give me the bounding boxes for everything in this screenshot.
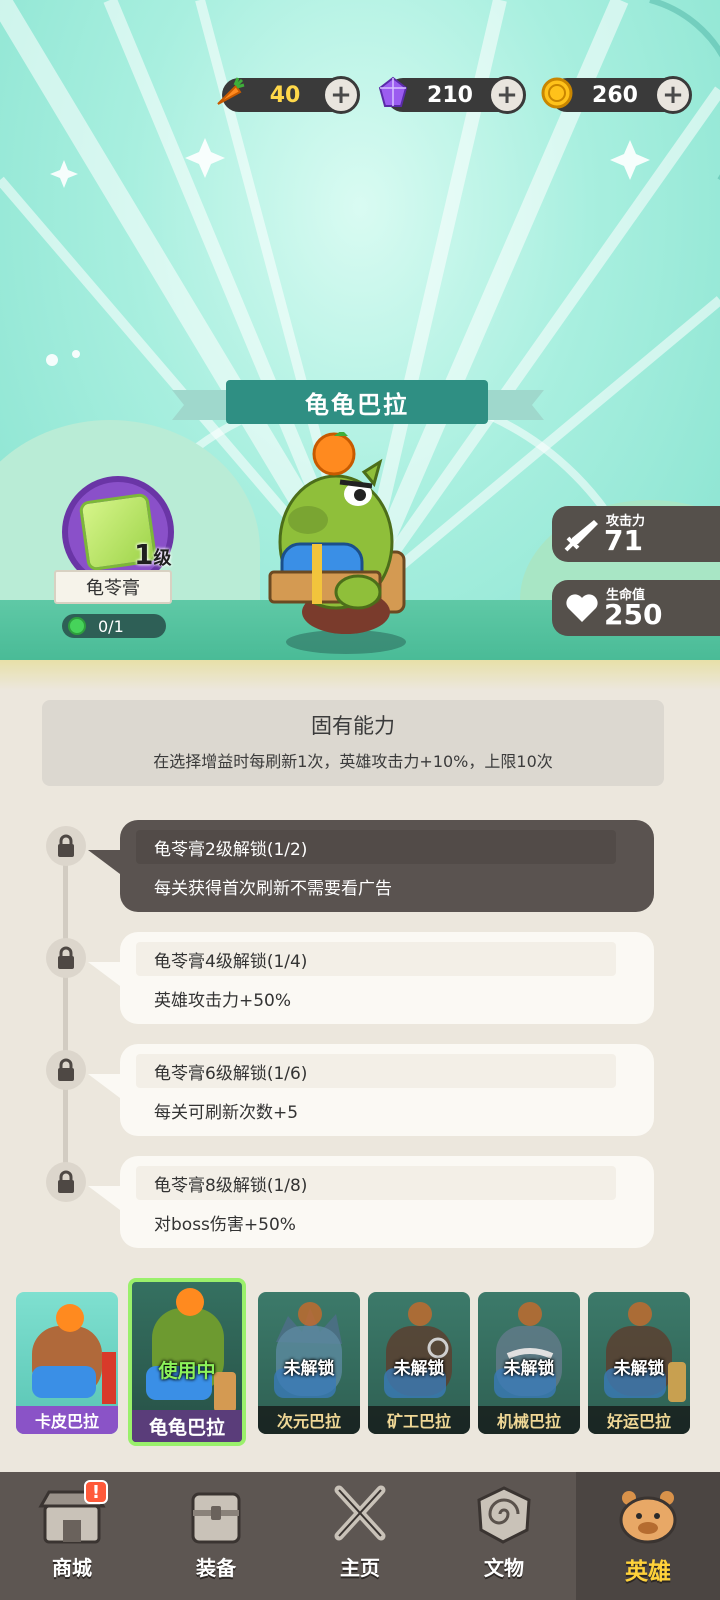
lock-icon: [46, 1162, 86, 1202]
lock-icon: [46, 1050, 86, 1090]
nav-equipment[interactable]: 装备: [144, 1472, 288, 1600]
unlock-card: 龟苓膏4级解锁(1/4) 英雄攻击力+50%: [88, 932, 654, 1024]
ability-desc: 在选择增益时每刷新1次，英雄攻击力+10%，上限10次: [153, 752, 553, 771]
unlock-title: 龟苓膏6级解锁(1/6): [136, 1054, 616, 1088]
hero-card-name: 矿工巴拉: [368, 1406, 470, 1434]
capybara-head-icon: [619, 1491, 677, 1544]
hero-card-lucky[interactable]: 未解锁 好运巴拉: [588, 1292, 690, 1434]
sword-icon: [564, 520, 598, 552]
heart-icon: [566, 594, 598, 622]
hero-card-status: 未解锁: [393, 1359, 445, 1379]
nav-home[interactable]: 主页: [288, 1472, 432, 1600]
shop-alert-badge: !: [84, 1480, 108, 1504]
hero-card-dimension[interactable]: 未解锁 次元巴拉: [258, 1292, 360, 1434]
hero-card-status: 未解锁: [503, 1359, 555, 1379]
hero-character-turtle-capybara[interactable]: [268, 432, 418, 662]
nav-relic-label: 文物: [484, 1556, 524, 1580]
nav-hero[interactable]: 英雄: [576, 1472, 720, 1600]
unlock-desc: 每关获得首次刷新不需要看广告: [154, 879, 392, 899]
hero-card-turtle[interactable]: 使用中 龟龟巴拉: [128, 1278, 246, 1446]
item-level: 1级: [134, 538, 172, 571]
coin-icon: [536, 72, 578, 114]
add-coin-button[interactable]: +: [654, 76, 692, 114]
ground-edge: [0, 660, 720, 690]
hero-card-miner[interactable]: 未解锁 矿工巴拉: [368, 1292, 470, 1434]
progress-dot-icon: [68, 617, 86, 635]
card-pointer: [88, 850, 128, 880]
unlock-desc: 每关可刷新次数+5: [154, 1103, 299, 1123]
hero-card-name: 好运巴拉: [588, 1406, 690, 1434]
gem-icon: [372, 72, 414, 114]
hero-card-status: 未解锁: [613, 1359, 665, 1379]
item-name-plate: 龟苓膏: [54, 570, 172, 604]
add-gem-button[interactable]: +: [488, 76, 526, 114]
hero-card-name: 卡皮巴拉: [16, 1406, 118, 1434]
chest-icon: [191, 1492, 241, 1544]
unlock-card: 龟苓膏2级解锁(1/2) 每关获得首次刷新不需要看广告: [88, 820, 654, 912]
ability-title: 固有能力: [311, 714, 395, 738]
nav-relic[interactable]: 文物: [432, 1472, 576, 1600]
gem-currency: 210 +: [378, 76, 526, 114]
item-progress-bar: 0/1: [62, 614, 166, 638]
nav-home-label: 主页: [340, 1556, 380, 1580]
attack-stat: 攻击力 71: [552, 506, 720, 562]
card-pointer: [88, 962, 128, 992]
hero-card-status: 未解锁: [283, 1359, 335, 1379]
hero-card-name: 次元巴拉: [258, 1406, 360, 1434]
item-progress-text: 0/1: [98, 616, 124, 636]
unlock-title: 龟苓膏4级解锁(1/4): [136, 942, 616, 976]
innate-ability-panel: 固有能力 在选择增益时每刷新1次，英雄攻击力+10%，上限10次: [42, 700, 664, 786]
spiral-stone-icon: [477, 1486, 531, 1544]
lock-icon: [46, 826, 86, 866]
card-pointer: [88, 1074, 128, 1104]
crossed-swords-icon: [334, 1485, 386, 1541]
coin-currency: 260 +: [541, 76, 692, 114]
unlock-desc: 英雄攻击力+50%: [154, 991, 292, 1011]
unlock-card: 龟苓膏6级解锁(1/6) 每关可刷新次数+5: [88, 1044, 654, 1136]
nav-shop[interactable]: ! 商城: [0, 1472, 144, 1600]
hero-card-mech[interactable]: 未解锁 机械巴拉: [478, 1292, 580, 1434]
unlock-desc: 对boss伤害+50%: [154, 1215, 296, 1235]
hp-stat: 生命值 250: [552, 580, 720, 636]
card-pointer: [88, 1186, 128, 1216]
unlock-title: 龟苓膏2级解锁(1/2): [136, 830, 616, 864]
attack-value: 71: [604, 524, 643, 557]
add-carrot-button[interactable]: +: [322, 76, 360, 114]
hero-name-banner: 龟龟巴拉: [226, 380, 488, 424]
carrot-currency: 40 +: [217, 76, 360, 114]
nav-shop-label: 商城: [52, 1556, 92, 1580]
hero-card-status: 使用中: [158, 1360, 216, 1382]
bottom-nav: ! 商城 装备 主页 文物 英雄: [0, 1472, 720, 1600]
hero-card-name: 机械巴拉: [478, 1406, 580, 1434]
unlock-title: 龟苓膏8级解锁(1/8): [136, 1166, 616, 1200]
unlock-card: 龟苓膏8级解锁(1/8) 对boss伤害+50%: [88, 1156, 654, 1248]
carrot-icon: [208, 72, 250, 114]
nav-hero-label: 英雄: [625, 1559, 671, 1585]
hero-card-capybara[interactable]: 卡皮巴拉: [16, 1292, 118, 1434]
hero-card-name: 龟龟巴拉: [132, 1410, 242, 1442]
nav-equipment-label: 装备: [196, 1556, 236, 1580]
timeline-line: [63, 848, 68, 1188]
lock-icon: [46, 938, 86, 978]
hp-value: 250: [604, 598, 663, 631]
